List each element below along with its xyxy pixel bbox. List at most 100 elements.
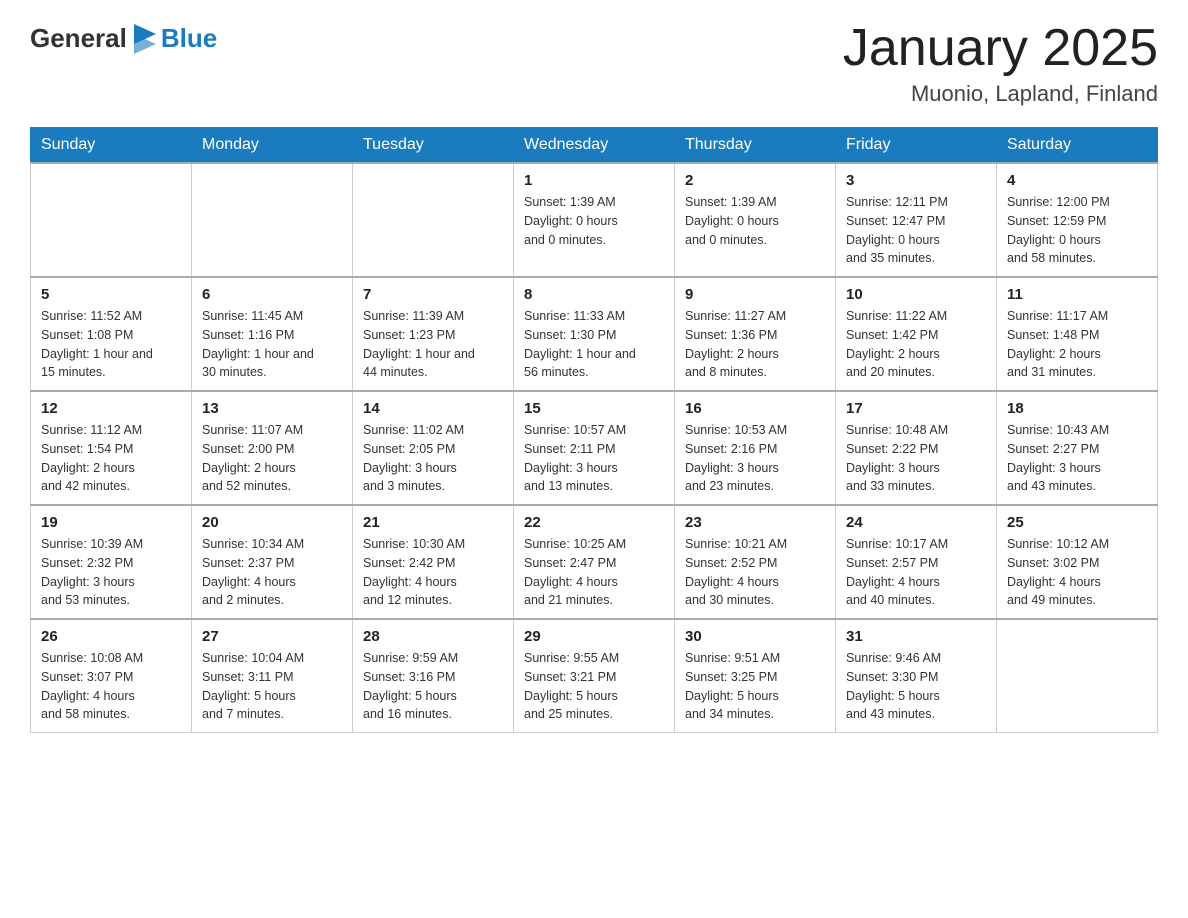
day-number: 7 [363,286,503,303]
calendar-cell: 6 Sunrise: 11:45 AM Sunset: 1:16 PM Dayli… [192,277,353,391]
calendar-cell: 10 Sunrise: 11:22 AM Sunset: 1:42 PM Dayl… [836,277,997,391]
header-sunday: Sunday [31,128,192,164]
calendar-cell: 8 Sunrise: 11:33 AM Sunset: 1:30 PM Dayli… [514,277,675,391]
header-monday: Monday [192,128,353,164]
day-info: Sunrise: 10:21 AM Sunset: 2:52 PM Daylig… [685,535,825,610]
day-number: 29 [524,628,664,645]
day-number: 22 [524,514,664,531]
day-info: Sunrise: 11:17 AM Sunset: 1:48 PM Daylig… [1007,307,1147,382]
day-info: Sunrise: 10:25 AM Sunset: 2:47 PM Daylig… [524,535,664,610]
page-header: General Blue January 2025 Muonio, Laplan… [30,20,1158,107]
calendar-cell [192,163,353,277]
calendar-cell: 23 Sunrise: 10:21 AM Sunset: 2:52 PM Dayl… [675,505,836,619]
header-saturday: Saturday [997,128,1158,164]
calendar-cell [353,163,514,277]
calendar-cell: 16 Sunrise: 10:53 AM Sunset: 2:16 PM Dayl… [675,391,836,505]
calendar-cell: 29 Sunrise: 9:55 AM Sunset: 3:21 PM Dayli… [514,619,675,733]
calendar-header-row: Sunday Monday Tuesday Wednesday Thursday… [31,128,1158,164]
day-info: Sunrise: 10:34 AM Sunset: 2:37 PM Daylig… [202,535,342,610]
calendar-cell: 4 Sunrise: 12:00 PM Sunset: 12:59 PM Dayl… [997,163,1158,277]
day-info: Sunrise: 10:12 AM Sunset: 3:02 PM Daylig… [1007,535,1147,610]
calendar-table: Sunday Monday Tuesday Wednesday Thursday… [30,127,1158,733]
month-title: January 2025 [843,20,1158,77]
calendar-cell: 15 Sunrise: 10:57 AM Sunset: 2:11 PM Dayl… [514,391,675,505]
day-info: Sunrise: 11:22 AM Sunset: 1:42 PM Daylig… [846,307,986,382]
day-info: Sunrise: 10:04 AM Sunset: 3:11 PM Daylig… [202,649,342,724]
day-info: Sunrise: 9:55 AM Sunset: 3:21 PM Dayligh… [524,649,664,724]
day-number: 23 [685,514,825,531]
day-info: Sunrise: 12:00 PM Sunset: 12:59 PM Dayli… [1007,193,1147,268]
calendar-cell: 9Sunrise: 11:27 AM Sunset: 1:36 PM Dayli… [675,277,836,391]
day-number: 3 [846,172,986,189]
header-friday: Friday [836,128,997,164]
day-info: Sunrise: 10:08 AM Sunset: 3:07 PM Daylig… [41,649,181,724]
title-block: January 2025 Muonio, Lapland, Finland [843,20,1158,107]
day-number: 2 [685,172,825,189]
day-number: 4 [1007,172,1147,189]
day-info: Sunrise: 11:12 AM Sunset: 1:54 PM Daylig… [41,421,181,496]
calendar-cell: 22 Sunrise: 10:25 AM Sunset: 2:47 PM Dayl… [514,505,675,619]
calendar-cell: 2 Sunset: 1:39 AM Daylight: 0 hours and 0… [675,163,836,277]
calendar-cell: 31Sunrise: 9:46 AM Sunset: 3:30 PM Dayli… [836,619,997,733]
day-info: Sunrise: 10:53 AM Sunset: 2:16 PM Daylig… [685,421,825,496]
calendar-cell: 7 Sunrise: 11:39 AM Sunset: 1:23 PM Dayli… [353,277,514,391]
day-info: Sunrise: 10:39 AM Sunset: 2:32 PM Daylig… [41,535,181,610]
week-row-3: 12 Sunrise: 11:12 AM Sunset: 1:54 PM Dayl… [31,391,1158,505]
calendar-cell: 24 Sunrise: 10:17 AM Sunset: 2:57 PM Dayl… [836,505,997,619]
day-info: Sunrise: 9:46 AM Sunset: 3:30 PM Dayligh… [846,649,986,724]
day-number: 12 [41,400,181,417]
day-info: Sunset: 1:39 AM Daylight: 0 hours and 0 … [685,193,825,249]
day-number: 27 [202,628,342,645]
logo: General Blue [30,20,217,56]
day-info: Sunrise: 10:57 AM Sunset: 2:11 PM Daylig… [524,421,664,496]
day-info: Sunrise: 11:27 AM Sunset: 1:36 PM Daylig… [685,307,825,382]
calendar-cell: 17Sunrise: 10:48 AM Sunset: 2:22 PM Dayl… [836,391,997,505]
day-number: 15 [524,400,664,417]
logo-blue: Blue [161,23,217,54]
calendar-cell: 28 Sunrise: 9:59 AM Sunset: 3:16 PM Dayli… [353,619,514,733]
day-info: Sunrise: 10:43 AM Sunset: 2:27 PM Daylig… [1007,421,1147,496]
day-number: 16 [685,400,825,417]
calendar-cell: 5 Sunrise: 11:52 AM Sunset: 1:08 PM Dayli… [31,277,192,391]
day-number: 17 [846,400,986,417]
week-row-4: 19 Sunrise: 10:39 AM Sunset: 2:32 PM Dayl… [31,505,1158,619]
day-info: Sunrise: 11:33 AM Sunset: 1:30 PM Daylig… [524,307,664,382]
day-info: Sunset: 1:39 AM Daylight: 0 hours and 0 … [524,193,664,249]
day-info: Sunrise: 10:17 AM Sunset: 2:57 PM Daylig… [846,535,986,610]
calendar-cell: 1Sunset: 1:39 AM Daylight: 0 hours and 0… [514,163,675,277]
calendar-cell: 3Sunrise: 12:11 PM Sunset: 12:47 PM Dayl… [836,163,997,277]
day-number: 25 [1007,514,1147,531]
logo-general: General [30,23,127,54]
calendar-cell: 18Sunrise: 10:43 AM Sunset: 2:27 PM Dayl… [997,391,1158,505]
calendar-cell: 12 Sunrise: 11:12 AM Sunset: 1:54 PM Dayl… [31,391,192,505]
header-thursday: Thursday [675,128,836,164]
day-info: Sunrise: 11:39 AM Sunset: 1:23 PM Daylig… [363,307,503,382]
day-number: 5 [41,286,181,303]
location: Muonio, Lapland, Finland [843,81,1158,107]
day-number: 30 [685,628,825,645]
day-info: Sunrise: 11:07 AM Sunset: 2:00 PM Daylig… [202,421,342,496]
day-info: Sunrise: 9:59 AM Sunset: 3:16 PM Dayligh… [363,649,503,724]
day-number: 10 [846,286,986,303]
day-number: 21 [363,514,503,531]
week-row-1: 1Sunset: 1:39 AM Daylight: 0 hours and 0… [31,163,1158,277]
day-number: 6 [202,286,342,303]
calendar-cell: 25 Sunrise: 10:12 AM Sunset: 3:02 PM Dayl… [997,505,1158,619]
day-number: 26 [41,628,181,645]
day-info: Sunrise: 11:45 AM Sunset: 1:16 PM Daylig… [202,307,342,382]
calendar-cell [31,163,192,277]
day-info: Sunrise: 10:30 AM Sunset: 2:42 PM Daylig… [363,535,503,610]
calendar-cell: 21 Sunrise: 10:30 AM Sunset: 2:42 PM Dayl… [353,505,514,619]
day-info: Sunrise: 11:52 AM Sunset: 1:08 PM Daylig… [41,307,181,382]
calendar-cell: 26 Sunrise: 10:08 AM Sunset: 3:07 PM Dayl… [31,619,192,733]
day-number: 24 [846,514,986,531]
day-number: 14 [363,400,503,417]
day-number: 8 [524,286,664,303]
day-number: 20 [202,514,342,531]
day-info: Sunrise: 11:02 AM Sunset: 2:05 PM Daylig… [363,421,503,496]
day-number: 19 [41,514,181,531]
calendar-cell [997,619,1158,733]
day-number: 28 [363,628,503,645]
day-info: Sunrise: 9:51 AM Sunset: 3:25 PM Dayligh… [685,649,825,724]
logo-flag-icon [128,20,160,56]
